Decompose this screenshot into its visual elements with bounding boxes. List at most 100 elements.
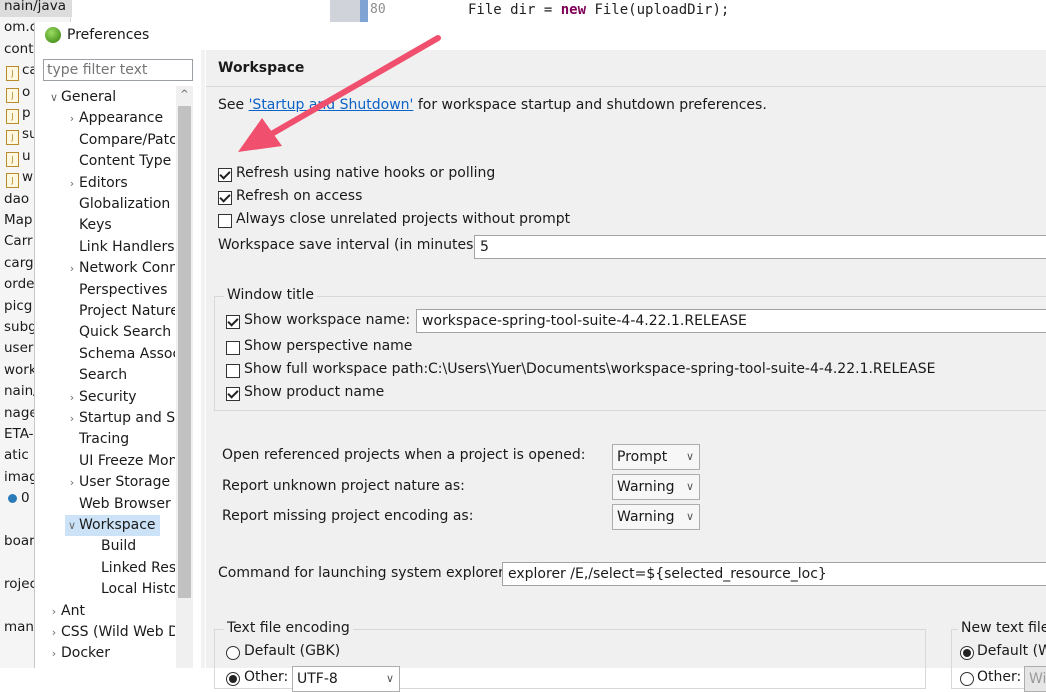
workspace-name-input[interactable]: workspace-spring-tool-suite-4-4.22.1.REL… <box>416 309 1046 333</box>
code-text: File(uploadDir); <box>586 2 730 18</box>
scroll-up-icon[interactable]: ^ <box>176 86 193 104</box>
code-keyword: new <box>560 2 587 18</box>
refresh-access-checkbox[interactable] <box>218 191 232 205</box>
tree-item[interactable]: › Ant <box>47 601 85 622</box>
show-full-path-checkbox[interactable] <box>226 364 240 378</box>
tree-item[interactable]: Perspectives <box>65 280 167 301</box>
new-default-label[interactable]: Default (W <box>977 643 1046 659</box>
refresh-native-label[interactable]: Refresh using native hooks or polling <box>236 165 495 181</box>
java-file-icon: J <box>6 130 19 146</box>
other-encoding-select[interactable]: UTF-8 ∨ <box>292 666 400 692</box>
tree-item[interactable]: › User Storage <box>65 472 170 493</box>
startup-shutdown-link[interactable]: 'Startup and Shutdown' <box>249 97 414 113</box>
chevron-down-icon[interactable]: ∨ <box>65 515 79 536</box>
show-workspace-name-checkbox[interactable] <box>226 315 240 329</box>
default-encoding-label[interactable]: Default (GBK) <box>244 643 340 659</box>
tree-item[interactable]: Build <box>87 536 136 557</box>
tree-item[interactable]: Globalization <box>65 194 170 215</box>
tree-item[interactable]: Schema Assoc <box>65 344 175 365</box>
tree-item[interactable]: Compare/Patc <box>65 130 175 151</box>
window-title-group-label: Window title <box>224 287 318 303</box>
tree-item[interactable]: Web Browser <box>65 494 171 515</box>
tree-item[interactable]: › Docker <box>47 643 110 664</box>
tree-item[interactable]: Project Nature <box>65 301 175 322</box>
explorer-row-label: user <box>4 340 34 357</box>
tree-item[interactable]: Link Handlers <box>65 237 175 258</box>
explorer-row-label: ETA- <box>4 426 34 442</box>
tree-item[interactable]: Quick Search <box>65 322 171 343</box>
explorer-row-label: w <box>22 169 34 186</box>
explorer-command-label: Command for launching system explorer: <box>218 565 509 581</box>
show-workspace-name-label[interactable]: Show workspace name: <box>244 312 410 328</box>
show-product-checkbox[interactable] <box>226 387 240 401</box>
new-other-select[interactable]: Wi <box>1024 666 1046 692</box>
open-referenced-select[interactable]: Prompt ∨ <box>612 444 700 470</box>
chevron-right-icon[interactable]: › <box>65 472 79 493</box>
preferences-tree[interactable]: ∨ General › Appearance Compare/Patc Content T… <box>35 86 175 668</box>
tree-item[interactable]: ∨ General <box>47 87 116 108</box>
explorer-row-label: Carr <box>4 233 33 250</box>
chevron-right-icon[interactable]: › <box>47 643 61 664</box>
tree-item[interactable]: Search <box>65 365 127 386</box>
explorer-row-label: orde <box>4 276 35 293</box>
chevron-right-icon[interactable]: › <box>47 622 61 643</box>
missing-encoding-select[interactable]: Warning ∨ <box>612 504 700 530</box>
default-encoding-radio[interactable] <box>226 646 240 660</box>
tree-item[interactable]: › Appearance <box>65 108 163 129</box>
show-perspective-checkbox[interactable] <box>226 341 240 355</box>
tree-item[interactable]: UI Freeze Mon <box>65 451 175 472</box>
refresh-access-label[interactable]: Refresh on access <box>236 188 362 204</box>
tree-item-label: Quick Search <box>79 324 172 341</box>
chevron-right-icon[interactable]: › <box>65 108 79 129</box>
chevron-right-icon[interactable]: › <box>65 173 79 194</box>
tree-item[interactable]: Linked Reso <box>87 558 175 579</box>
show-perspective-label[interactable]: Show perspective name <box>244 338 412 354</box>
chevron-down-icon[interactable]: ∨ <box>47 87 61 108</box>
unknown-nature-select[interactable]: Warning ∨ <box>612 474 700 500</box>
show-full-path-label[interactable]: Show full workspace path: <box>244 361 428 377</box>
tree-item[interactable]: › CSS (Wild Web D <box>47 622 175 643</box>
tree-item-label: Appearance <box>79 110 164 127</box>
tree-item[interactable]: › Editors <box>65 173 128 194</box>
workspace-preference-page: Workspace See 'Startup and Shutdown' for… <box>206 50 1046 692</box>
tree-item[interactable]: Keys <box>65 215 112 236</box>
always-close-checkbox[interactable] <box>218 214 232 228</box>
tree-item[interactable]: Tracing <box>65 429 129 450</box>
explorer-command-input[interactable]: explorer /E,/select=${selected_resource_… <box>502 562 1046 586</box>
tree-item[interactable]: Content Type <box>65 151 171 172</box>
chevron-right-icon[interactable]: › <box>65 408 79 429</box>
tree-item-label: Perspectives <box>79 281 168 298</box>
explorer-row-label: Map <box>4 212 33 228</box>
always-close-label[interactable]: Always close unrelated projects without … <box>236 211 570 227</box>
explorer-row-label: subg <box>4 319 37 335</box>
refresh-native-checkbox[interactable] <box>218 168 232 182</box>
dialog-title: Preferences <box>67 27 150 43</box>
tree-item[interactable]: › Security <box>65 387 137 408</box>
filter-input[interactable] <box>43 59 193 81</box>
select-value: UTF-8 <box>297 671 338 687</box>
select-value: Warning <box>617 479 675 495</box>
other-encoding-radio[interactable] <box>226 672 240 686</box>
other-encoding-label[interactable]: Other: <box>244 669 288 685</box>
chevron-right-icon[interactable]: › <box>65 258 79 279</box>
explorer-row-label: cont <box>4 40 34 57</box>
pane-divider[interactable] <box>201 50 205 668</box>
tree-item-label: Ant <box>61 602 85 619</box>
java-file-icon: J <box>6 87 19 103</box>
tree-item[interactable]: Local Histo <box>87 579 175 600</box>
dialog-titlebar[interactable]: Preferences <box>35 22 1046 50</box>
new-other-radio[interactable] <box>960 672 974 686</box>
new-other-label[interactable]: Other: <box>977 669 1021 685</box>
save-interval-input[interactable]: 5 <box>474 235 1046 259</box>
chevron-right-icon[interactable]: › <box>47 601 61 622</box>
java-file-icon: J <box>6 66 19 82</box>
new-text-file-group-label: New text file <box>958 620 1046 636</box>
tree-scroll-thumb[interactable] <box>178 106 191 598</box>
tree-item[interactable]: › Network Conn <box>65 258 175 279</box>
tree-item[interactable]: ∨ Workspace <box>65 515 160 536</box>
chevron-right-icon[interactable]: › <box>65 387 79 408</box>
new-default-radio[interactable] <box>960 646 974 660</box>
editor-ruler-marker <box>360 0 368 22</box>
show-product-label[interactable]: Show product name <box>244 384 384 400</box>
tree-item[interactable]: › Startup and Sh <box>65 408 175 429</box>
